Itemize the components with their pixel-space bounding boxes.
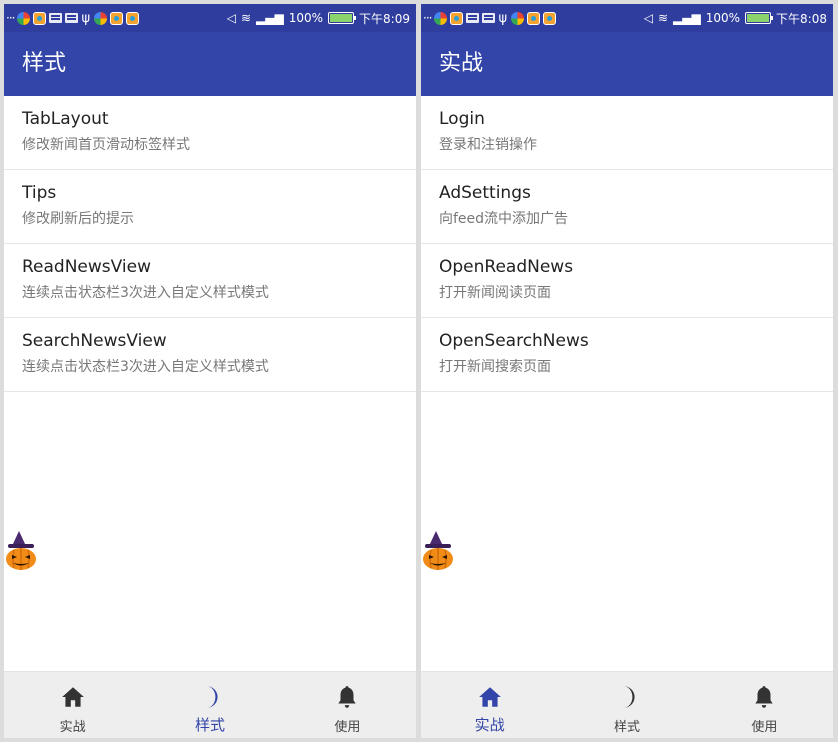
battery-icon — [328, 12, 357, 24]
tab-label: 实战 — [474, 716, 505, 734]
tab-label: 样式 — [194, 716, 225, 734]
battery-percent: 100% — [705, 11, 741, 25]
usb-icon: ψ — [81, 10, 91, 26]
phone-screen-style: ··· ψ ◁ ≋ ▂▄▆ 100% 下午8:09 样式 TabLayout 修… — [4, 4, 416, 738]
list-item-title: Login — [439, 109, 485, 129]
home-icon — [478, 687, 501, 707]
list-item-title: SearchNewsView — [22, 331, 167, 351]
page-title: 实战 — [439, 51, 484, 76]
floating-pumpkin-icon[interactable] — [421, 530, 455, 572]
list-item-title: OpenReadNews — [439, 257, 574, 277]
list-item-opensearchnews[interactable]: OpenSearchNews 打开新闻搜索页面 — [421, 318, 833, 392]
tab-practice[interactable]: 实战 — [421, 672, 558, 738]
battery-percent: 100% — [288, 11, 324, 25]
option-list: TabLayout 修改新闻首页滑动标签样式 Tips 修改刷新后的提示 Rea… — [4, 96, 416, 392]
moon-icon — [623, 686, 635, 708]
bottom-navigation: 实战 样式 使用 — [421, 671, 833, 738]
wifi-icon: ≋ — [657, 11, 669, 25]
app-notification-icon — [434, 11, 448, 25]
app-notification-icon — [17, 11, 31, 25]
bottom-navigation: 实战 样式 使用 — [4, 671, 416, 738]
tab-usage[interactable]: 使用 — [279, 672, 416, 738]
battery-icon — [745, 12, 774, 24]
app-bar: 样式 — [4, 32, 416, 96]
clock: 下午8:08 — [776, 11, 827, 26]
list-item-tablayout[interactable]: TabLayout 修改新闻首页滑动标签样式 — [4, 96, 416, 170]
tab-label: 样式 — [613, 720, 640, 735]
list-item-openreadnews[interactable]: OpenReadNews 打开新闻阅读页面 — [421, 244, 833, 318]
news-notification-icon — [49, 13, 63, 23]
list-item-title: AdSettings — [439, 183, 531, 203]
more-notifications-icon: ··· — [6, 11, 16, 25]
moon-icon — [206, 686, 218, 708]
tab-label: 使用 — [751, 720, 778, 735]
list-item-subtitle: 连续点击状态栏3次进入自定义样式模式 — [22, 359, 269, 375]
list-item-login[interactable]: Login 登录和注销操作 — [421, 96, 833, 170]
app-notification-icon — [126, 11, 140, 25]
signal-icon: ▂▄▆ — [673, 11, 701, 25]
list-item-searchnewsview[interactable]: SearchNewsView 连续点击状态栏3次进入自定义样式模式 — [4, 318, 416, 392]
tab-practice[interactable]: 实战 — [4, 672, 141, 738]
list-item-subtitle: 打开新闻搜索页面 — [439, 359, 551, 375]
phone-screen-practice: ··· ψ ◁ ≋ ▂▄▆ 100% 下午8:08 实战 Login 登录和注销… — [421, 4, 833, 738]
list-item-title: OpenSearchNews — [439, 331, 589, 351]
usb-icon: ψ — [498, 10, 508, 26]
list-item-readnewsview[interactable]: ReadNewsView 连续点击状态栏3次进入自定义样式模式 — [4, 244, 416, 318]
news-notification-icon — [482, 13, 496, 23]
app-notification-icon — [450, 11, 464, 25]
wifi-icon: ≋ — [240, 11, 252, 25]
floating-pumpkin-icon[interactable] — [4, 530, 38, 572]
page-title: 样式 — [22, 51, 67, 76]
app-notification-icon — [94, 11, 108, 25]
option-list: Login 登录和注销操作 AdSettings 向feed流中添加广告 Ope… — [421, 96, 833, 392]
list-item-subtitle: 修改刷新后的提示 — [22, 211, 134, 227]
list-item-title: Tips — [22, 183, 57, 203]
tab-label: 使用 — [334, 720, 361, 735]
clock: 下午8:09 — [359, 11, 410, 26]
app-notification-icon — [33, 11, 47, 25]
more-notifications-icon: ··· — [423, 11, 433, 25]
home-icon — [61, 687, 84, 707]
news-notification-icon — [65, 13, 79, 23]
bell-icon — [755, 686, 773, 708]
tab-style[interactable]: 样式 — [558, 672, 695, 738]
status-bar[interactable]: ··· ψ ◁ ≋ ▂▄▆ 100% 下午8:08 — [421, 4, 833, 32]
mute-icon: ◁ — [226, 11, 236, 25]
app-notification-icon — [527, 11, 541, 25]
tab-label: 实战 — [59, 720, 86, 735]
news-notification-icon — [466, 13, 480, 23]
list-item-title: TabLayout — [22, 109, 109, 129]
list-item-subtitle: 修改新闻首页滑动标签样式 — [22, 137, 190, 153]
app-notification-icon — [110, 11, 124, 25]
signal-icon: ▂▄▆ — [256, 11, 284, 25]
app-bar: 实战 — [421, 32, 833, 96]
tab-usage[interactable]: 使用 — [696, 672, 833, 738]
list-item-subtitle: 连续点击状态栏3次进入自定义样式模式 — [22, 285, 269, 301]
list-item-tips[interactable]: Tips 修改刷新后的提示 — [4, 170, 416, 244]
list-item-title: ReadNewsView — [22, 257, 151, 277]
mute-icon: ◁ — [643, 11, 653, 25]
list-item-subtitle: 向feed流中添加广告 — [439, 211, 569, 227]
status-bar[interactable]: ··· ψ ◁ ≋ ▂▄▆ 100% 下午8:09 — [4, 4, 416, 32]
tab-style[interactable]: 样式 — [141, 672, 278, 738]
app-notification-icon — [511, 11, 525, 25]
list-item-subtitle: 登录和注销操作 — [439, 137, 537, 153]
list-item-subtitle: 打开新闻阅读页面 — [439, 285, 551, 301]
app-notification-icon — [543, 11, 557, 25]
bell-icon — [338, 686, 356, 708]
list-item-adsettings[interactable]: AdSettings 向feed流中添加广告 — [421, 170, 833, 244]
